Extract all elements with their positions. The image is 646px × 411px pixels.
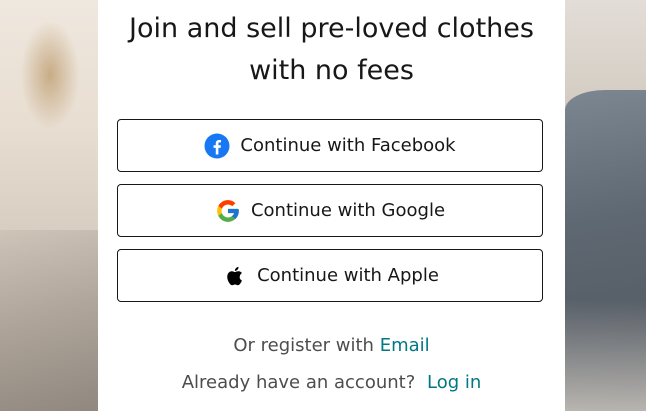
page-title: Join and sell pre-loved clothes with no …: [98, 8, 565, 92]
login-link[interactable]: Log in: [427, 372, 481, 393]
register-prefix-text: Or register with: [233, 335, 374, 356]
title-line-1: Join and sell pre-loved clothes: [129, 13, 534, 44]
register-with-email-row: Or register with Email: [98, 335, 565, 356]
login-prefix-text: Already have an account?: [181, 372, 416, 393]
apple-icon: [221, 263, 247, 289]
continue-with-facebook-button[interactable]: Continue with Facebook: [117, 119, 543, 172]
google-button-label: Continue with Google: [250, 200, 446, 221]
continue-with-apple-button[interactable]: Continue with Apple: [117, 249, 543, 302]
signup-panel: Join and sell pre-loved clothes with no …: [98, 0, 565, 411]
title-line-2: with no fees: [249, 55, 414, 86]
facebook-button-label: Continue with Facebook: [240, 135, 456, 156]
apple-button-label: Continue with Apple: [257, 265, 439, 286]
continue-with-google-button[interactable]: Continue with Google: [117, 184, 543, 237]
register-email-link[interactable]: Email: [380, 335, 430, 356]
background-photo-left: [0, 0, 98, 411]
facebook-icon: [204, 133, 230, 159]
background-photo-right: [565, 0, 646, 411]
google-icon: [215, 198, 241, 224]
login-row: Already have an account? Log in: [98, 372, 565, 393]
